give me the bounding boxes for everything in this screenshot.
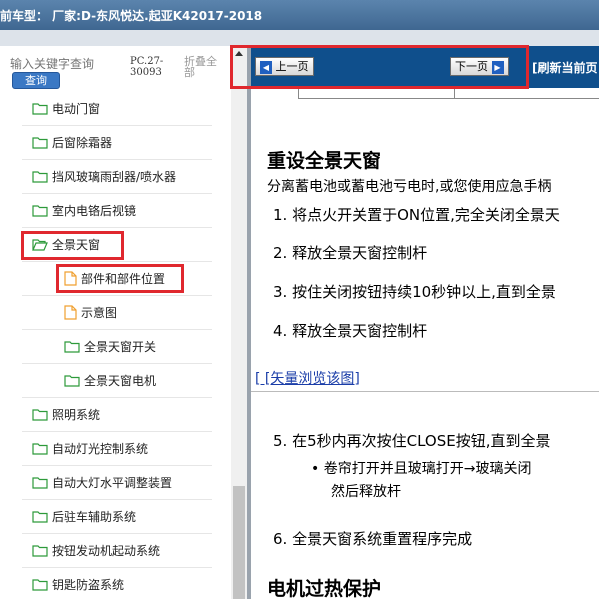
collapse-all-link[interactable]: 折叠全部 <box>184 56 220 78</box>
table-fragment <box>298 88 599 99</box>
bullet-item: • 卷帘打开并且玻璃打开→玻璃关闭 <box>311 461 532 477</box>
left-pane: 查询 PC.27-30093 折叠全部 电动门窗 后窗除霜器 挡风玻璃雨刮器/喷… <box>0 46 231 599</box>
tree-item-label: 钥匙防盗系统 <box>52 578 125 592</box>
tree-item-auto-light[interactable]: 自动灯光控制系统 <box>32 432 148 465</box>
tree-item-headlamp-leveling[interactable]: 自动大灯水平调整装置 <box>32 466 172 499</box>
folder-icon <box>32 477 48 489</box>
tree-item-immobilizer[interactable]: 钥匙防盗系统 <box>32 568 124 599</box>
step-item: 6. 全景天窗系统重置程序完成 <box>273 530 473 548</box>
highlight-box-components <box>56 264 184 293</box>
tree-item-power-windows[interactable]: 电动门窗 <box>32 92 100 125</box>
folder-icon <box>32 409 48 421</box>
toolbar-strip <box>0 30 599 46</box>
tree-scrollbar[interactable] <box>231 46 247 599</box>
tree-item-label: 自动大灯水平调整装置 <box>52 476 173 490</box>
content-pane: ◀ 上一页 下一页 ▶ [刷新当前页 重设全景天窗 分离蓄电池或蓄电池亏电时,或… <box>251 46 599 599</box>
folder-icon <box>64 375 80 387</box>
search-button[interactable]: 查询 <box>12 72 60 89</box>
folder-icon <box>32 443 48 455</box>
step-item: 5. 在5秒内再次按住CLOSE按钮,直到全景 <box>273 432 551 450</box>
intro-paragraph: 分离蓄电池或蓄电池亏电时,或您使用应急手柄 <box>267 179 552 195</box>
tree-item-label: 电动门窗 <box>52 102 101 116</box>
document-icon <box>64 305 77 320</box>
tree-item-push-start[interactable]: 按钮发动机起动系统 <box>32 534 160 567</box>
tree-item-label: 后窗除霜器 <box>52 136 113 150</box>
vehicle-title: 前车型： 厂家:D-东风悦达.起亚K42017-2018 <box>0 9 263 23</box>
bullet-continuation: 然后释放杆 <box>331 484 401 500</box>
tree-item-ec-mirror[interactable]: 室内电铬后视镜 <box>32 194 136 227</box>
tree-item-wiper-washer[interactable]: 挡风玻璃雨刮器/喷水器 <box>32 160 176 193</box>
tree-item-label: 示意图 <box>81 306 118 320</box>
tree-item-label: 后驻车辅助系统 <box>52 510 137 524</box>
folder-icon <box>32 103 48 115</box>
article-heading: 重设全景天窗 <box>267 150 382 172</box>
tree-item-sunroof-switch[interactable]: 全景天窗开关 <box>64 330 156 363</box>
tree-item-lighting[interactable]: 照明系统 <box>32 398 100 431</box>
pc-code: PC.27-30093 <box>130 56 164 78</box>
refresh-page-link[interactable]: [刷新当前页 <box>532 59 598 76</box>
folder-icon <box>32 511 48 523</box>
title-bar: 前车型： 厂家:D-东风悦达.起亚K42017-2018 <box>0 0 599 30</box>
tree-item-schematic[interactable]: 示意图 <box>64 296 117 329</box>
tree-item-parking-assist[interactable]: 后驻车辅助系统 <box>32 500 136 533</box>
step-item: 1. 将点火开关置于ON位置,完全关闭全景天 <box>273 206 560 224</box>
scrollbar-thumb[interactable] <box>233 486 245 599</box>
search-row: 查询 PC.27-30093 折叠全部 <box>0 46 231 92</box>
step-item: 3. 按住关闭按钮持续10秒钟以上,直到全景 <box>273 283 556 301</box>
folder-icon <box>64 341 80 353</box>
tree-item-label: 照明系统 <box>52 408 101 422</box>
folder-icon <box>32 545 48 557</box>
folder-icon <box>32 205 48 217</box>
search-input[interactable] <box>10 56 122 72</box>
tree-item-label: 挡风玻璃雨刮器/喷水器 <box>52 170 177 184</box>
tree-item-label: 按钮发动机起动系统 <box>52 544 161 558</box>
folder-icon <box>32 579 48 591</box>
step-item: 2. 释放全景天窗控制杆 <box>273 244 428 262</box>
folder-icon <box>32 171 48 183</box>
step-item: 4. 释放全景天窗控制杆 <box>273 322 428 340</box>
tree-item-label: 自动灯光控制系统 <box>52 442 149 456</box>
vector-view-link[interactable]: [ [矢量浏览该图] <box>255 368 360 388</box>
section-heading: 电机过热保护 <box>267 578 382 599</box>
folder-icon <box>32 137 48 149</box>
tree-item-label: 全景天窗开关 <box>84 340 157 354</box>
tree-item-rear-defroster[interactable]: 后窗除霜器 <box>32 126 112 159</box>
highlight-box-navbar <box>230 45 529 89</box>
section-divider <box>251 391 599 392</box>
tree-item-label: 室内电铬后视镜 <box>52 204 137 218</box>
tree-item-label: 全景天窗电机 <box>84 374 157 388</box>
tree-item-sunroof-motor[interactable]: 全景天窗电机 <box>64 364 156 397</box>
highlight-box-sunroof <box>21 231 124 260</box>
